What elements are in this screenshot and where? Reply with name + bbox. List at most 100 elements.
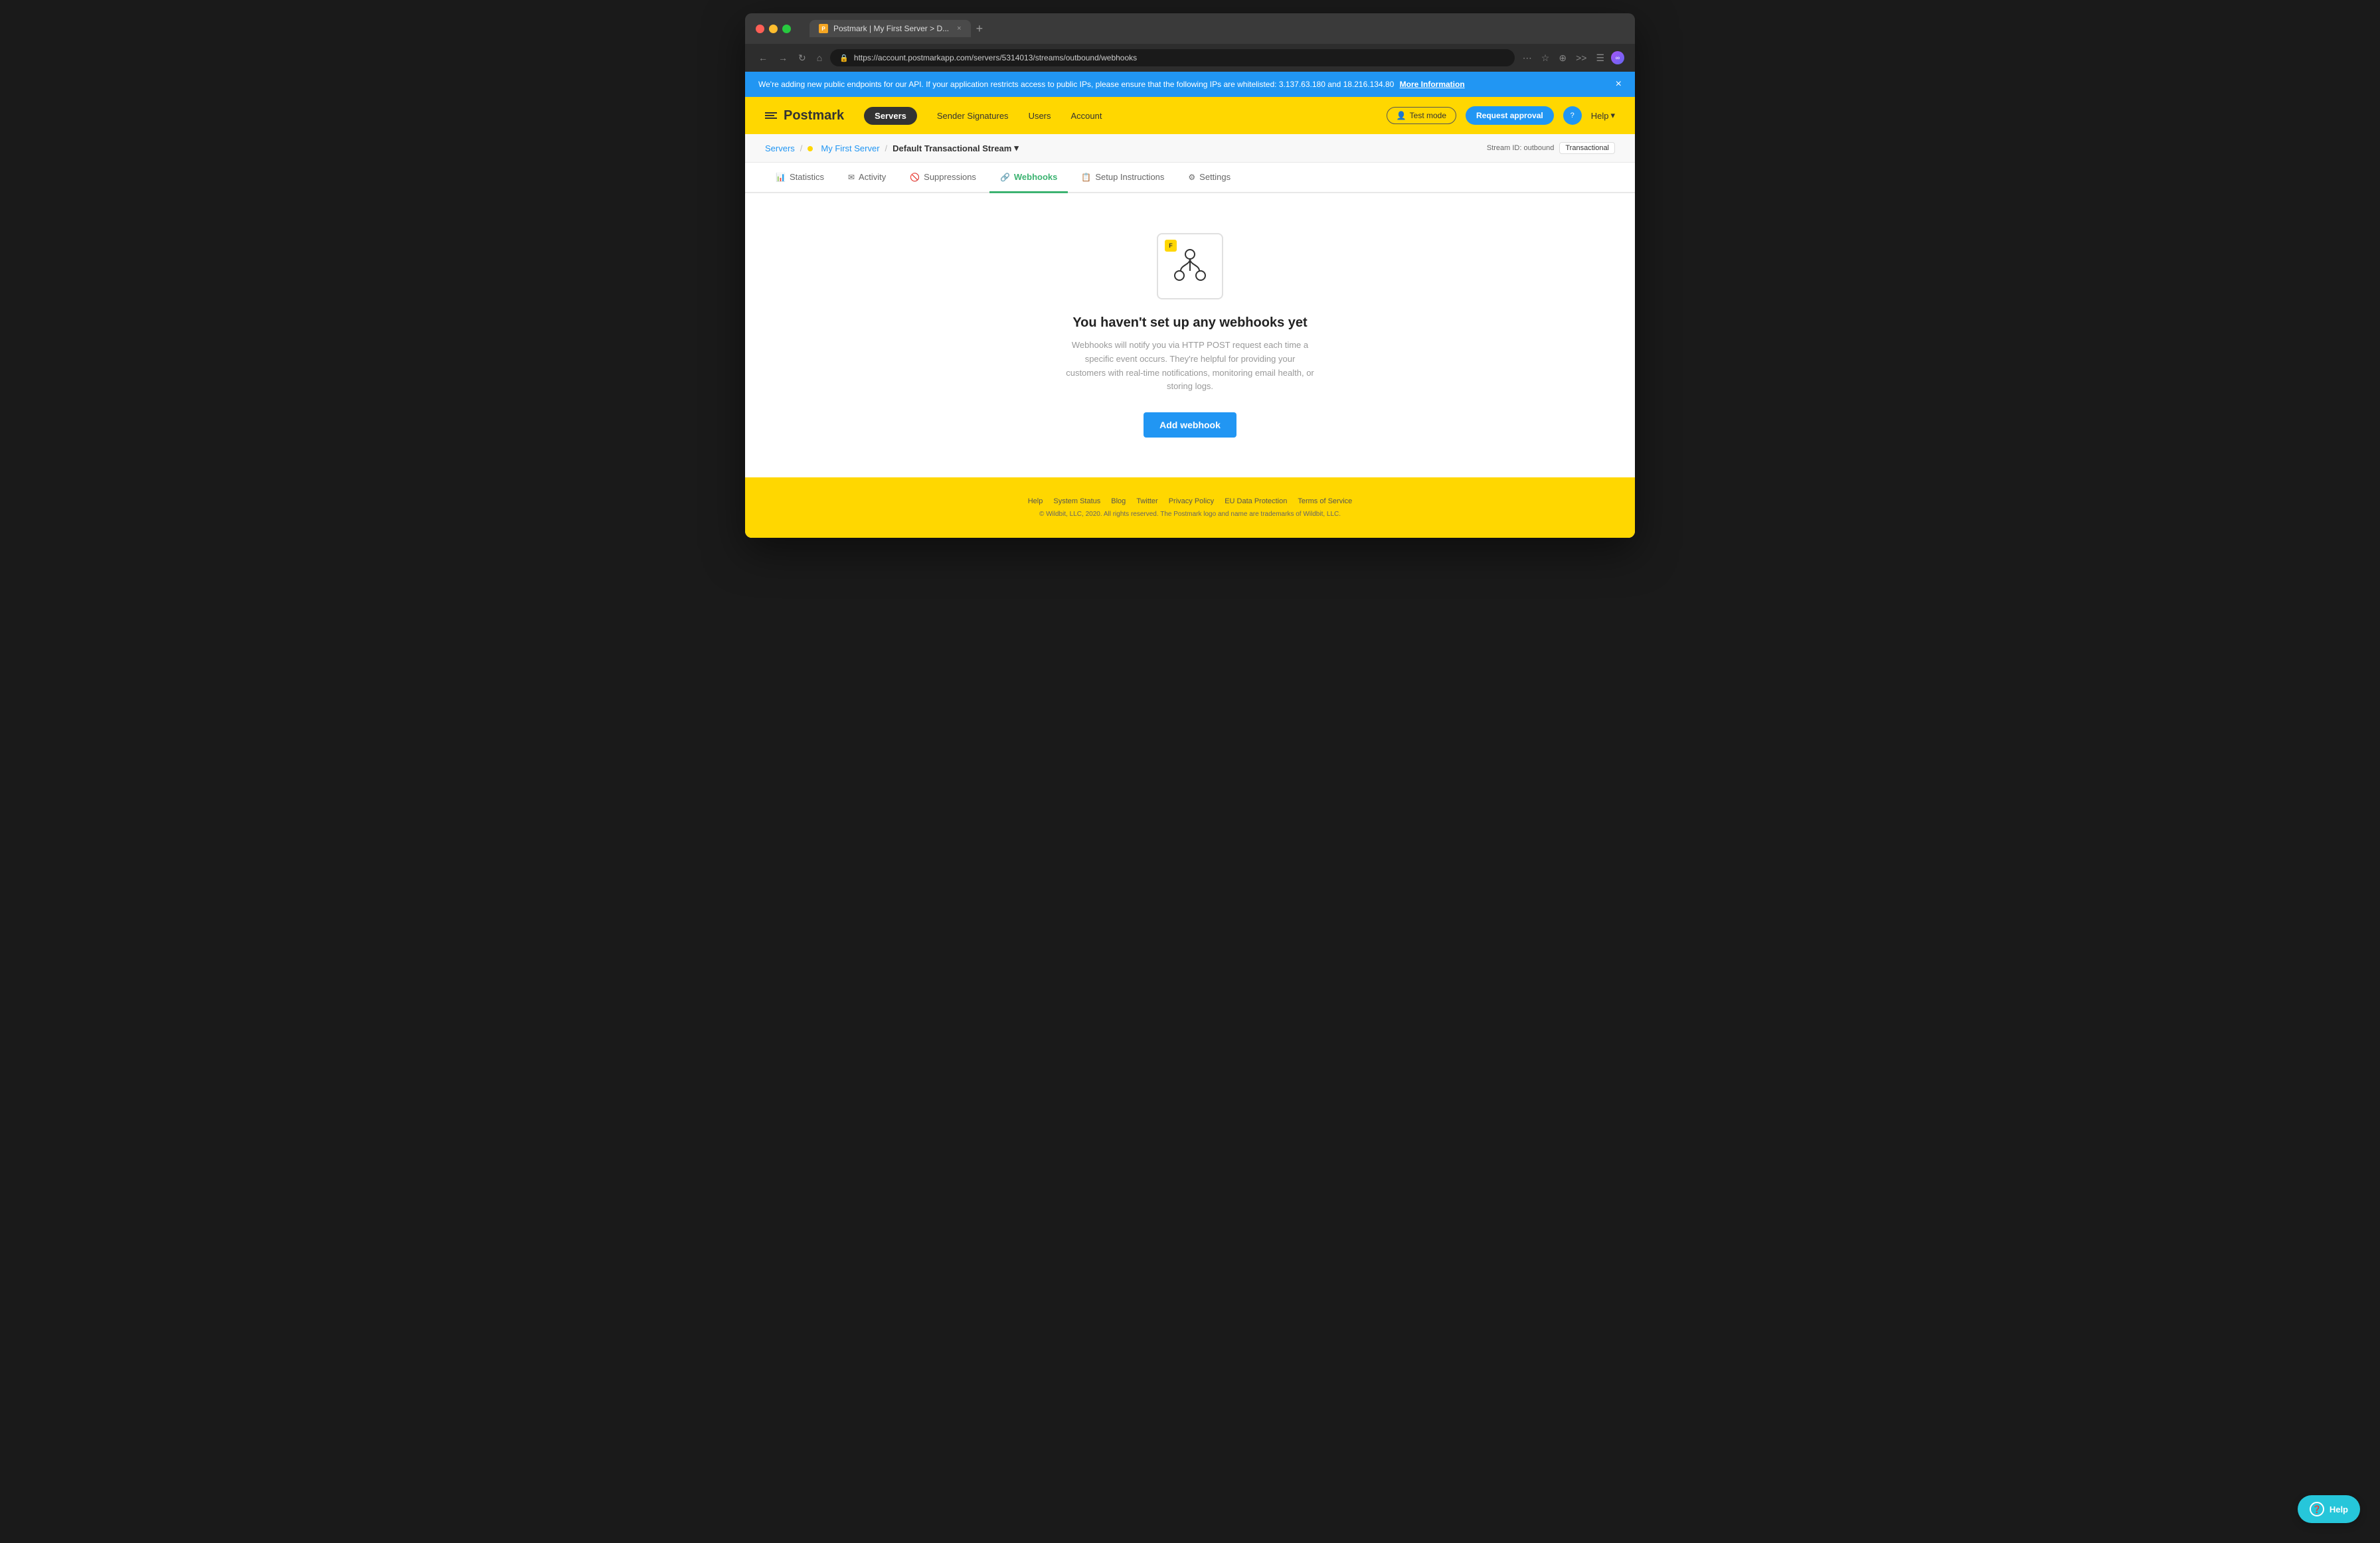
top-nav: Postmark Servers Sender Signatures Users… xyxy=(745,97,1635,134)
app-content: We're adding new public endpoints for ou… xyxy=(745,72,1635,538)
more-button[interactable]: >> xyxy=(1573,50,1589,66)
footer-copyright: © Wildbit, LLC, 2020. All rights reserve… xyxy=(758,511,1622,518)
tab-statistics[interactable]: 📊 Statistics xyxy=(765,163,835,193)
help-label: Help xyxy=(1591,111,1609,121)
request-approval-button[interactable]: Request approval xyxy=(1466,106,1554,125)
breadcrumb-area: Servers / My First Server / Default Tran… xyxy=(745,134,1635,163)
statistics-label: Statistics xyxy=(790,172,824,182)
user-icon: 👤 xyxy=(1397,111,1406,120)
new-tab-button[interactable]: + xyxy=(971,22,989,36)
empty-state-title: You haven't set up any webhooks yet xyxy=(1072,315,1307,331)
nav-right: 👤 Test mode Request approval ? Help ▾ xyxy=(1387,106,1615,125)
webhook-illustration: F xyxy=(1157,233,1223,299)
refresh-button[interactable]: ↻ xyxy=(796,50,809,66)
tab-setup-instructions[interactable]: 📋 Setup Instructions xyxy=(1070,163,1175,193)
minimize-traffic-light[interactable] xyxy=(769,25,778,33)
help-nav-button[interactable]: Help ▾ xyxy=(1591,110,1615,121)
footer-help-link[interactable]: Help xyxy=(1028,497,1043,505)
info-banner: We're adding new public endpoints for ou… xyxy=(745,72,1635,97)
tab-title: Postmark | My First Server > D... xyxy=(833,24,949,33)
breadcrumb-separator-1: / xyxy=(800,143,803,153)
footer-privacy-link[interactable]: Privacy Policy xyxy=(1169,497,1214,505)
settings-icon: ⚙ xyxy=(1188,173,1195,182)
banner-link[interactable]: More Information xyxy=(1400,80,1465,89)
browser-addressbar: ← → ↻ ⌂ 🔒 https://account.postmarkapp.co… xyxy=(745,44,1635,72)
breadcrumb: Servers / My First Server / Default Tran… xyxy=(765,143,1019,153)
sender-signatures-link[interactable]: Sender Signatures xyxy=(937,111,1009,121)
servers-nav-button[interactable]: Servers xyxy=(864,107,917,125)
tab-favicon: P xyxy=(819,24,828,33)
help-bubble-icon: ❓ xyxy=(2310,1502,2324,1516)
banner-text: We're adding new public endpoints for ou… xyxy=(758,80,1465,89)
suppressions-icon: 🚫 xyxy=(910,173,920,182)
footer-terms-link[interactable]: Terms of Service xyxy=(1298,497,1352,505)
tab-settings[interactable]: ⚙ Settings xyxy=(1177,163,1241,193)
test-mode-label: Test mode xyxy=(1410,111,1446,120)
footer-system-status-link[interactable]: System Status xyxy=(1053,497,1100,505)
browser-window: P Postmark | My First Server > D... × + … xyxy=(745,13,1635,538)
close-traffic-light[interactable] xyxy=(756,25,764,33)
account-link[interactable]: Account xyxy=(1071,111,1102,121)
main-content: F You haven't set up any webhooks yet We… xyxy=(745,193,1635,477)
statistics-icon: 📊 xyxy=(776,173,786,182)
extension-icon: ∞ xyxy=(1611,51,1624,64)
address-bar[interactable]: 🔒 https://account.postmarkapp.com/server… xyxy=(830,49,1515,66)
user-avatar-button[interactable]: ? xyxy=(1563,106,1582,125)
browser-actions: ⋯ ☆ ⊕ >> ☰ ∞ xyxy=(1520,50,1624,66)
webhooks-label: Webhooks xyxy=(1014,172,1058,182)
traffic-lights xyxy=(756,25,791,33)
tab-activity[interactable]: ✉ Activity xyxy=(837,163,896,193)
help-bubble-button[interactable]: ❓ Help xyxy=(2298,1495,2360,1523)
breadcrumb-separator-2: / xyxy=(885,143,888,153)
chevron-down-icon: ▾ xyxy=(1610,110,1615,121)
server-breadcrumb-link[interactable]: My First Server xyxy=(821,143,879,153)
activity-icon: ✉ xyxy=(848,173,855,182)
webhook-badge: F xyxy=(1165,240,1177,252)
users-link[interactable]: Users xyxy=(1029,111,1051,121)
bookmark-button[interactable]: ☆ xyxy=(1539,50,1553,66)
footer-eu-data-link[interactable]: EU Data Protection xyxy=(1225,497,1287,505)
zoom-button[interactable]: ⊕ xyxy=(1556,50,1569,66)
maximize-traffic-light[interactable] xyxy=(782,25,791,33)
breadcrumb-server-dot xyxy=(808,143,815,153)
footer-blog-link[interactable]: Blog xyxy=(1111,497,1126,505)
logo-text: Postmark xyxy=(784,108,844,123)
sub-nav: 📊 Statistics ✉ Activity 🚫 Suppressions 🔗… xyxy=(745,163,1635,193)
activity-label: Activity xyxy=(859,172,886,182)
add-webhook-button[interactable]: Add webhook xyxy=(1144,412,1236,438)
test-mode-button[interactable]: 👤 Test mode xyxy=(1387,107,1456,124)
help-bubble-label: Help xyxy=(2330,1504,2348,1514)
chevron-down-icon: ▾ xyxy=(1014,143,1019,153)
setup-label: Setup Instructions xyxy=(1095,172,1164,182)
footer: Help System Status Blog Twitter Privacy … xyxy=(745,477,1635,538)
browser-titlebar: P Postmark | My First Server > D... × + xyxy=(745,13,1635,44)
stream-id-label: Stream ID: outbound xyxy=(1487,144,1555,152)
webhook-icon-container: F xyxy=(1170,245,1210,288)
postmark-logo: Postmark xyxy=(765,108,844,123)
banner-close-button[interactable]: × xyxy=(1616,78,1622,90)
lock-icon: 🔒 xyxy=(839,54,849,62)
footer-twitter-link[interactable]: Twitter xyxy=(1136,497,1157,505)
logo-icon xyxy=(765,112,777,119)
back-button[interactable]: ← xyxy=(756,50,770,66)
tab-suppressions[interactable]: 🚫 Suppressions xyxy=(899,163,987,193)
suppressions-label: Suppressions xyxy=(924,172,976,182)
empty-state-description: Webhooks will notify you via HTTP POST r… xyxy=(1064,339,1316,394)
footer-links: Help System Status Blog Twitter Privacy … xyxy=(758,497,1622,505)
extensions-button[interactable]: ⋯ xyxy=(1520,50,1535,66)
menu-button[interactable]: ☰ xyxy=(1593,50,1607,66)
stream-dropdown-button[interactable]: Default Transactional Stream ▾ xyxy=(892,143,1019,153)
settings-label: Settings xyxy=(1199,172,1231,182)
forward-button[interactable]: → xyxy=(776,50,790,66)
tab-webhooks[interactable]: 🔗 Webhooks xyxy=(989,163,1068,193)
webhooks-icon: 🔗 xyxy=(1000,173,1010,182)
servers-breadcrumb-link[interactable]: Servers xyxy=(765,143,795,153)
url-text: https://account.postmarkapp.com/servers/… xyxy=(854,53,1505,62)
tab-close-button[interactable]: × xyxy=(957,25,961,33)
home-button[interactable]: ⌂ xyxy=(814,50,825,66)
setup-icon: 📋 xyxy=(1081,173,1091,182)
browser-tab-bar: P Postmark | My First Server > D... × + xyxy=(809,20,1624,37)
stream-id-badge: Transactional xyxy=(1559,142,1615,154)
browser-tab[interactable]: P Postmark | My First Server > D... × xyxy=(809,20,971,37)
stream-id-area: Stream ID: outbound Transactional xyxy=(1487,142,1615,154)
